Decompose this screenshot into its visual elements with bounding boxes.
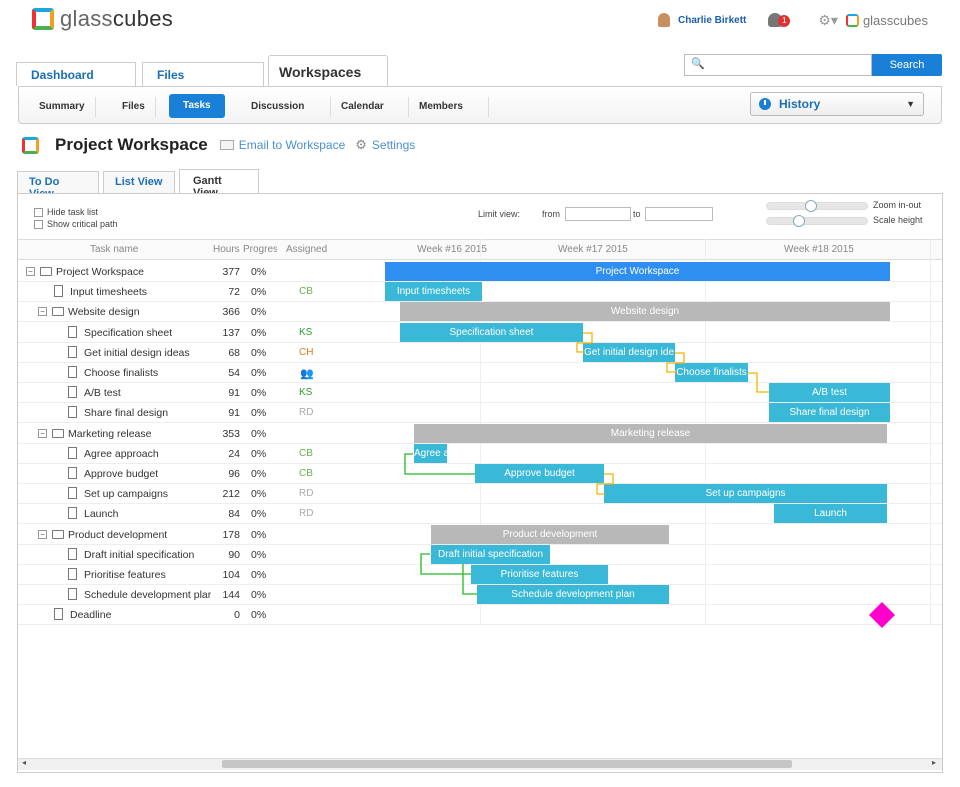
deadline-milestone-diamond[interactable] <box>869 602 895 628</box>
dependency-arrow <box>596 473 614 495</box>
dependency-arrow <box>404 453 475 475</box>
dependency-arrow <box>748 372 769 393</box>
dependency-links <box>404 332 895 628</box>
dependency-arrow <box>666 352 685 373</box>
scroll-right-arrow-icon[interactable]: ▸ <box>932 758 936 767</box>
scroll-left-arrow-icon[interactable]: ◂ <box>22 758 26 767</box>
scrollbar-thumb[interactable] <box>222 760 792 768</box>
dependency-arrow <box>462 564 477 595</box>
dependency-arrow <box>576 332 593 353</box>
